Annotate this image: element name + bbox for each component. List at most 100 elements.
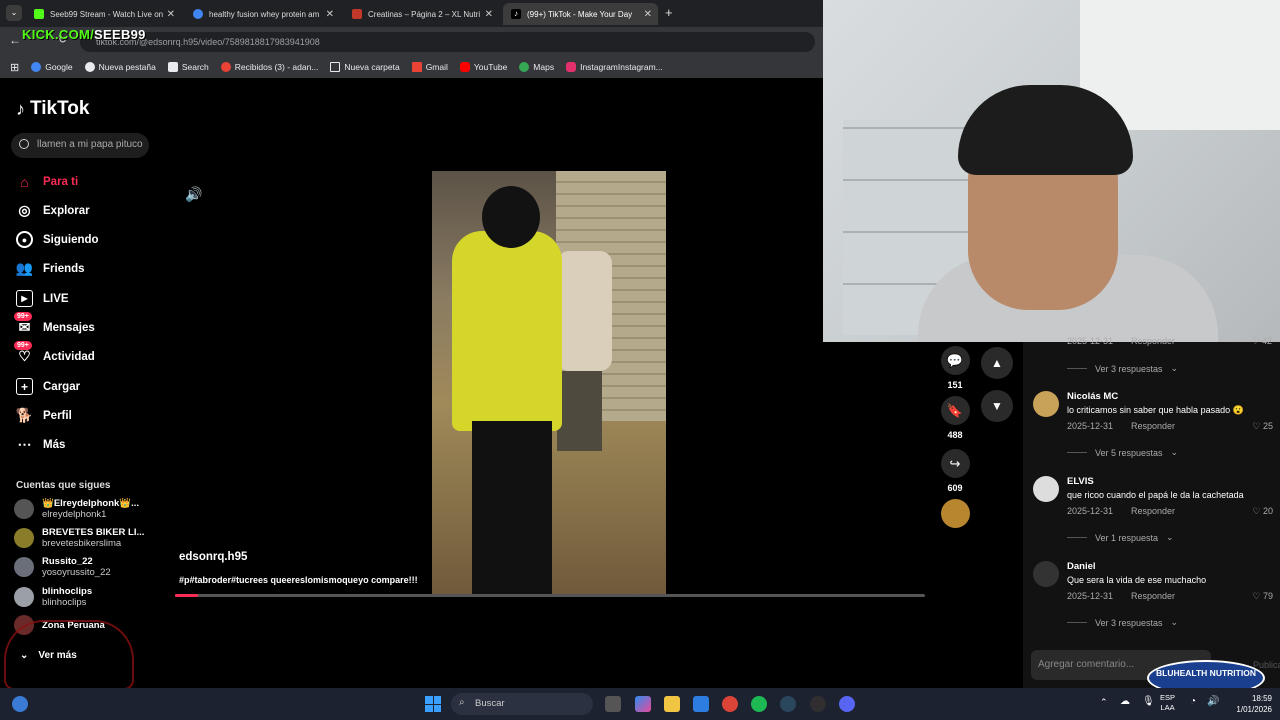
next-video-button[interactable]: ▼ [981, 390, 1013, 422]
store-icon[interactable] [693, 696, 709, 712]
file-explorer-icon[interactable] [664, 696, 680, 712]
tiktok-logo[interactable]: ♪ TikTok [16, 98, 89, 120]
spotify-icon[interactable] [751, 696, 767, 712]
chrome-icon[interactable] [722, 696, 738, 712]
system-clock[interactable]: 18:59 1/01/2026 [1236, 693, 1272, 715]
tiktok-note-icon: ♪ [16, 98, 25, 119]
comment-author[interactable]: Nicolás MC [1067, 391, 1118, 402]
bookmark-recibidos[interactable]: Recibidos (3) - adan... [220, 62, 318, 72]
chevron-down-icon: ⌄ [1166, 532, 1174, 542]
bookmark-nueva-pestana[interactable]: Nueva pestaña [84, 62, 156, 72]
nav-live[interactable]: ▶ LIVE [16, 290, 69, 307]
search-label: Buscar [475, 698, 505, 709]
like-button[interactable]: ♡ 79 [1252, 591, 1273, 602]
taskbar-search[interactable]: ⌕ Buscar [451, 693, 593, 715]
url-field[interactable]: tiktok.com/@edsonrq.h95/video/7589818817… [80, 32, 815, 52]
share-count: 609 [947, 483, 963, 493]
nav-perfil[interactable]: 🐕 Perfil [16, 407, 72, 424]
like-button[interactable]: ♡ 25 [1252, 421, 1273, 432]
new-tab-icon[interactable]: + [665, 5, 673, 20]
video-progress-bar[interactable] [175, 594, 925, 597]
following-account[interactable]: BREVETES BIKER LI... brevetesbikerslima [14, 527, 144, 549]
like-count[interactable]: ♡ 42 [1251, 336, 1272, 347]
view-replies-button[interactable]: Ver 3 respuestas ⌄ [1067, 617, 1178, 628]
task-view-icon[interactable] [605, 696, 621, 712]
search-input[interactable]: llamen a mi papa pituco [11, 133, 149, 158]
start-button[interactable] [425, 696, 441, 712]
close-icon[interactable]: ✕ [644, 9, 652, 20]
previous-video-button[interactable]: ▲ [981, 347, 1013, 379]
bookmark-google[interactable]: Google [31, 62, 73, 72]
avatar[interactable] [1033, 561, 1059, 587]
comment-action[interactable]: 💬 151 [940, 346, 970, 390]
bookmark-label: YouTube [473, 62, 508, 72]
nav-actividad[interactable]: ♡ 99+ Actividad [14, 341, 95, 365]
widgets-icon[interactable] [12, 696, 28, 712]
network-icon[interactable]: ☁ [1120, 696, 1130, 707]
view-replies-button[interactable]: Ver 5 respuestas ⌄ [1067, 447, 1178, 458]
microphone-icon[interactable]: 🎙 [1142, 696, 1155, 707]
close-icon[interactable]: ✕ [485, 9, 493, 20]
bookmark-maps[interactable]: Maps [519, 62, 554, 72]
copilot-icon[interactable] [635, 696, 651, 712]
video-player[interactable] [432, 171, 666, 595]
tiktok-sidebar: ♪ TikTok llamen a mi papa pituco ⌂ Para ti… [0, 80, 165, 690]
nav-friends[interactable]: 👥 Friends [16, 260, 85, 277]
sound-disc[interactable] [940, 499, 970, 528]
apps-grid-icon[interactable]: ⊞ [10, 61, 19, 74]
volume-icon[interactable]: 🔊 [1207, 696, 1219, 707]
language-indicator[interactable]: ESP LAA [1160, 693, 1175, 713]
following-account[interactable]: Russito_22 yosoyrussito_22 [14, 556, 111, 578]
wifi-icon[interactable]: ◔ [1190, 696, 1196, 707]
tab-list-button[interactable]: ⌄ [6, 5, 22, 21]
nav-mas[interactable]: ⋯ Más [16, 436, 66, 453]
clock-date: 1/01/2026 [1236, 705, 1272, 714]
nav-label: Mensajes [43, 321, 95, 334]
tab-healthy-fusion[interactable]: healthy fusion whey protein am ✕ [185, 3, 340, 25]
bookmark-gmail[interactable]: Gmail [411, 62, 448, 72]
chevron-down-icon: ▼ [991, 399, 1003, 413]
reply-button[interactable]: Responder [1131, 421, 1175, 431]
view-replies-button[interactable]: Ver 3 respuestas ⌄ [1067, 363, 1178, 374]
bookmark-label: Gmail [425, 62, 448, 72]
nav-label: Para ti [43, 175, 79, 188]
avatar[interactable] [1033, 391, 1059, 417]
nav-para-ti[interactable]: ⌂ Para ti [16, 173, 78, 190]
bookmark-label: InstagramInstagram... [580, 62, 663, 72]
comment-author[interactable]: ELVIS [1067, 476, 1094, 487]
reply-button[interactable]: Responder [1131, 591, 1175, 601]
bookmark-action[interactable]: 🔖 488 [940, 396, 970, 440]
nav-siguiendo[interactable]: ● Siguiendo [16, 231, 99, 248]
following-account[interactable]: 👑Elreydelphonk👑... elreydelphonk1 [14, 498, 139, 520]
reply-button[interactable]: Responder [1131, 336, 1175, 346]
avatar[interactable] [1033, 476, 1059, 502]
tab-kick[interactable]: Seeb99 Stream - Watch Live on ✕ [26, 3, 181, 25]
share-action[interactable]: ↪ 609 [940, 449, 970, 493]
nav-mensajes[interactable]: ✉ 99+ Mensajes [14, 312, 95, 336]
comment-author[interactable]: Daniel [1067, 561, 1096, 572]
back-icon[interactable]: ← [9, 33, 21, 47]
volume-icon[interactable]: 🔊 [185, 186, 202, 203]
close-icon[interactable]: ✕ [326, 9, 334, 20]
bookmark-nueva-carpeta[interactable]: Nueva carpeta [330, 62, 400, 72]
obs-icon[interactable] [810, 696, 826, 712]
reply-button[interactable]: Responder [1131, 506, 1175, 516]
tab-tiktok[interactable]: ♪ (99+) TikTok - Make Your Day ✕ [503, 3, 658, 25]
like-button[interactable]: ♡ 20 [1252, 506, 1273, 517]
tray-chevron-icon[interactable]: ⌃ [1100, 697, 1108, 708]
steam-icon[interactable] [780, 696, 796, 712]
following-account[interactable]: blinhoclips blinhoclips [14, 586, 92, 608]
nav-cargar[interactable]: + Cargar [16, 378, 80, 395]
close-icon[interactable]: ✕ [167, 9, 175, 20]
bookmark-youtube[interactable]: YouTube [459, 62, 508, 72]
view-replies-button[interactable]: Ver 1 respuesta ⌄ [1067, 532, 1174, 543]
activity-icon: ♡ 99+ [14, 341, 33, 365]
bookmark-instagram[interactable]: InstagramInstagram... [566, 62, 663, 72]
replies-label: Ver 1 respuesta [1095, 532, 1159, 543]
video-username[interactable]: edsonrq.h95 [179, 551, 247, 563]
discord-icon[interactable] [839, 696, 855, 712]
account-name: 👑Elreydelphonk👑... [42, 498, 140, 509]
tab-creatinas[interactable]: Creatinas – Página 2 – XL Nutri ✕ [344, 3, 499, 25]
nav-explorar[interactable]: ◎ Explorar [16, 202, 89, 219]
bookmark-search[interactable]: Search [167, 62, 209, 72]
